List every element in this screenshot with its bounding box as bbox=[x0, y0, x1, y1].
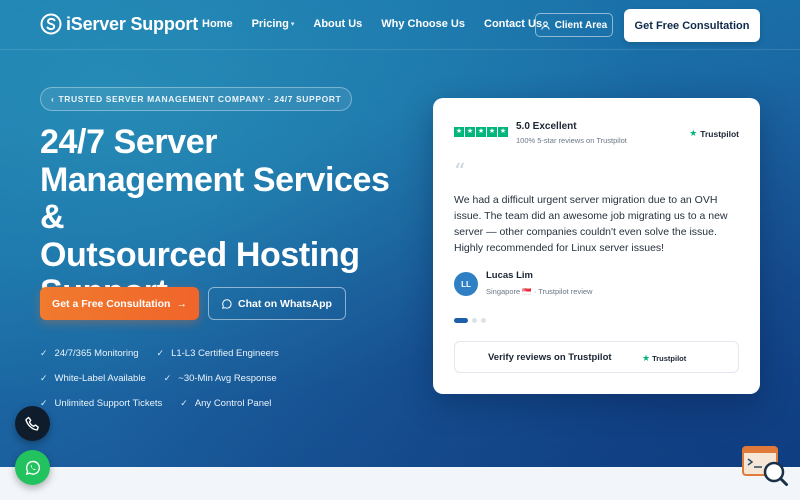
title-line: Outsourced Hosting bbox=[40, 235, 360, 274]
feature-label: L1-L3 Certified Engineers bbox=[171, 348, 279, 359]
check-icon: ✓ bbox=[156, 348, 165, 358]
trustpilot-label: Trustpilot bbox=[700, 128, 739, 139]
phone-icon bbox=[24, 416, 39, 430]
chevron-down-icon: ▾ bbox=[290, 21, 295, 28]
carousel-dot-2[interactable] bbox=[472, 318, 477, 323]
trustpilot-star-icon: ★ bbox=[642, 353, 651, 363]
check-icon: ✓ bbox=[180, 398, 188, 408]
carousel-dot-3[interactable] bbox=[481, 318, 486, 323]
call-button[interactable] bbox=[15, 406, 50, 441]
get-free-consultation-button[interactable]: Get Free Consultation bbox=[624, 9, 760, 42]
chat-whatsapp-button[interactable]: Chat on WhatsApp bbox=[208, 287, 346, 320]
feature-list: ✓ 24/7/365 Monitoring ✓ L1-L3 Certified En… bbox=[40, 341, 420, 416]
title-line: 24/7 Server bbox=[40, 123, 218, 161]
rating-subtitle: 100% 5-star reviews on Trustpilot bbox=[516, 136, 627, 145]
carousel-dot-1[interactable] bbox=[454, 318, 468, 323]
rating-stars: ★ ★ ★ ★ ★ bbox=[454, 127, 508, 137]
trust-badge: ‹ TRUSTED SERVER MANAGEMENT COMPANY · 24… bbox=[40, 87, 353, 111]
trustpilot-logo[interactable]: ★ Trustpilot bbox=[689, 128, 739, 139]
avatar: LL bbox=[454, 272, 478, 296]
get-consultation-button[interactable]: Get a Free Consultation → bbox=[40, 287, 199, 320]
feature-label: 24/7/365 Monitoring bbox=[54, 348, 139, 359]
reviewer-name: Lucas Lim bbox=[486, 270, 533, 281]
check-icon: ✓ bbox=[40, 373, 48, 383]
feature-item: ✓ ~30-Min Avg Response bbox=[164, 373, 277, 384]
star-icon: ★ bbox=[498, 127, 508, 137]
feature-item: ✓ White-Label Available bbox=[40, 373, 146, 384]
star-icon: ★ bbox=[487, 127, 497, 137]
quote-icon: “ bbox=[454, 160, 466, 185]
check-icon: ✓ bbox=[163, 373, 172, 383]
arrow-right-icon: → bbox=[176, 297, 187, 310]
feature-item: ✓ 24/7/365 Monitoring bbox=[40, 348, 139, 359]
reviewer-meta: Singapore 🇸🇬 · Trustpilot review bbox=[486, 287, 593, 296]
page-title: 24/7 Server Management Services & Outsou… bbox=[40, 123, 420, 312]
star-icon: ★ bbox=[476, 127, 486, 137]
trustpilot-mini-label: Trustpilot bbox=[652, 354, 687, 363]
client-area-button[interactable]: Client Area bbox=[535, 13, 613, 37]
whatsapp-icon bbox=[222, 298, 232, 309]
feature-label: Unlimited Support Tickets bbox=[54, 398, 163, 409]
feature-row: ✓ Unlimited Support Tickets ✓ Any Control … bbox=[40, 391, 420, 416]
nav-link-label: Contact Us bbox=[484, 18, 543, 30]
title-line: Management Services & bbox=[40, 160, 390, 236]
star-icon: ★ bbox=[454, 127, 464, 137]
feature-label: ~30-Min Avg Response bbox=[178, 373, 277, 384]
client-area-label: Client Area bbox=[554, 19, 608, 31]
feature-row: ✓ White-Label Available ✓ ~30-Min Avg Resp… bbox=[40, 366, 420, 391]
feature-row: ✓ 24/7/365 Monitoring ✓ L1-L3 Certified En… bbox=[40, 341, 420, 366]
star-icon: ★ bbox=[465, 127, 475, 137]
nav-link-about[interactable]: About Us bbox=[313, 18, 362, 30]
verify-reviews-button[interactable]: Verify reviews on Trustpilot ★ Trustpilo… bbox=[454, 341, 739, 373]
review-card: ★ ★ ★ ★ ★ 5.0 Excellent 100% 5-star revi… bbox=[433, 98, 760, 394]
feature-item: ✓ Unlimited Support Tickets bbox=[40, 398, 162, 409]
trustpilot-star-icon: ★ bbox=[689, 128, 698, 138]
logo[interactable]: iServer Support bbox=[40, 13, 198, 35]
feature-label: Any Control Panel bbox=[194, 398, 272, 409]
whatsapp-float-button[interactable] bbox=[15, 450, 50, 485]
review-text: We had a difficult urgent server migrati… bbox=[454, 194, 728, 254]
feature-item: ✓ L1-L3 Certified Engineers bbox=[157, 348, 279, 359]
feature-label: White-Label Available bbox=[54, 373, 146, 384]
nav-link-home[interactable]: Home bbox=[202, 18, 233, 30]
nav-link-label: Pricing bbox=[251, 18, 289, 30]
whatsapp-icon bbox=[25, 460, 40, 475]
sparkle-icon: ‹ bbox=[51, 94, 55, 104]
nav-link-label: Home bbox=[202, 18, 233, 30]
verify-label: Verify reviews on Trustpilot bbox=[488, 351, 612, 363]
carousel-dots bbox=[454, 318, 486, 323]
logo-text: iServer Support bbox=[66, 13, 199, 34]
user-icon bbox=[541, 20, 550, 30]
nav-link-label: Why Choose Us bbox=[381, 18, 465, 30]
nav-link-label: About Us bbox=[313, 18, 363, 30]
nav-link-pricing[interactable]: Pricing ▾ bbox=[252, 18, 295, 30]
top-navigation: iServer Support Home Pricing ▾ About Us W… bbox=[0, 0, 800, 50]
nav-link-why-choose-us[interactable]: Why Choose Us bbox=[381, 18, 465, 30]
check-icon: ✓ bbox=[40, 348, 48, 358]
cta-primary-label: Get a Free Consultation bbox=[52, 297, 171, 310]
trustpilot-mini-logo: ★ Trustpilot bbox=[642, 353, 686, 364]
trust-badge-text: TRUSTED SERVER MANAGEMENT COMPANY · 24/7… bbox=[58, 94, 342, 104]
feature-item: ✓ Any Control Panel bbox=[180, 398, 271, 409]
rating-title: 5.0 Excellent bbox=[516, 121, 577, 132]
nav-link-contact[interactable]: Contact Us bbox=[484, 18, 542, 30]
search-widget-graphic bbox=[742, 446, 788, 486]
next-section-edge bbox=[0, 467, 800, 500]
main-menu: Home Pricing ▾ About Us Why Choose Us Con… bbox=[202, 18, 561, 30]
search-widget-icon[interactable] bbox=[741, 445, 791, 489]
logo-s-icon bbox=[40, 13, 62, 35]
cta-secondary-label: Chat on WhatsApp bbox=[238, 297, 332, 310]
